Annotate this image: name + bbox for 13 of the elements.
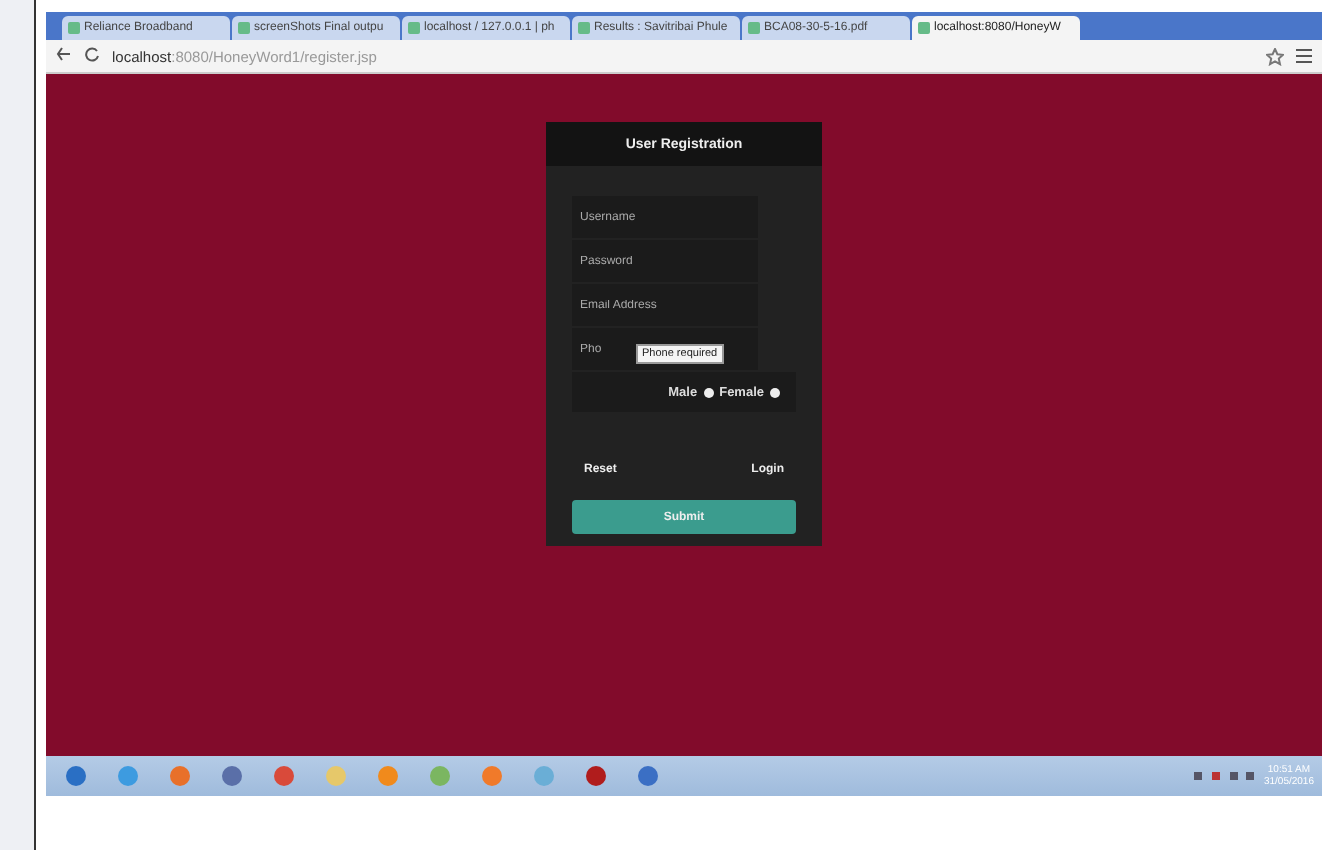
favicon-icon	[918, 22, 930, 34]
menu-icon[interactable]	[1296, 47, 1312, 63]
favicon-icon	[68, 22, 80, 34]
radio-button[interactable]	[703, 387, 714, 397]
reload-icon[interactable]	[84, 46, 100, 66]
favicon-icon	[578, 22, 590, 34]
tray-icon[interactable]	[1193, 770, 1254, 782]
favicon-icon	[748, 22, 760, 34]
star-icon[interactable]	[1266, 47, 1284, 65]
favicon-icon	[238, 22, 250, 34]
back-icon[interactable]	[56, 46, 72, 66]
favicon-icon	[408, 22, 420, 34]
radio-button[interactable]	[770, 387, 780, 397]
